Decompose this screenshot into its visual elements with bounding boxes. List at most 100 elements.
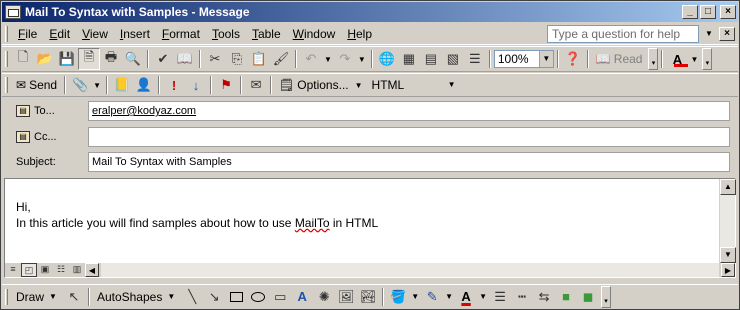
to-field[interactable]: eralper@kodyaz.com	[88, 101, 730, 121]
menu-table[interactable]: Table	[246, 25, 287, 43]
spelling-icon[interactable]: ✔	[152, 48, 174, 70]
paste-icon[interactable]: 📋	[248, 48, 270, 70]
cc-field[interactable]	[88, 127, 730, 147]
body-text[interactable]: Hi, In this article you will find sample…	[16, 199, 378, 231]
columns-icon[interactable]: ☰	[464, 48, 486, 70]
doc-close-button[interactable]: ×	[719, 26, 735, 41]
redo-icon[interactable]: ↷	[334, 48, 356, 70]
message-format-select[interactable]: HTML ▼	[368, 76, 459, 94]
subject-field[interactable]: Mail To Syntax with Samples	[88, 152, 730, 172]
undo-icon[interactable]: ↶	[300, 48, 322, 70]
follow-up-flag-icon[interactable]: ⚑	[215, 74, 237, 96]
menu-view[interactable]: View	[76, 25, 114, 43]
reading-layout-view-icon[interactable]: ▥	[69, 263, 85, 277]
copy-icon[interactable]: ⎘	[226, 48, 248, 70]
format-painter-icon[interactable]: 🖌	[270, 48, 292, 70]
check-names-icon[interactable]: 👤	[133, 74, 155, 96]
help-icon[interactable]: ❓	[562, 48, 584, 70]
diagram-icon[interactable]: ✺	[313, 286, 335, 308]
scroll-down-icon[interactable]: ▼	[720, 247, 736, 263]
importance-low-icon[interactable]: ↓	[185, 74, 207, 96]
read-button[interactable]: 📖 Read	[592, 49, 647, 69]
print-icon[interactable]: 🖶	[100, 48, 122, 70]
menubar-grip[interactable]	[5, 25, 8, 42]
maximize-button[interactable]: □	[700, 5, 716, 19]
minimize-button[interactable]: _	[682, 5, 698, 19]
print-layout-view-icon[interactable]: ▣	[37, 263, 53, 277]
ask-question-dropdown-icon[interactable]: ▼	[703, 29, 715, 38]
clip-art-icon[interactable]: 🖼	[335, 286, 357, 308]
horizontal-scroll-track[interactable]	[101, 263, 719, 277]
menu-help[interactable]: Help	[341, 25, 378, 43]
line-color-dropdown-icon[interactable]: ▼	[445, 292, 453, 301]
close-button[interactable]: ×	[720, 5, 736, 19]
font-color-dropdown-icon[interactable]: ▼	[690, 55, 698, 64]
permission-icon[interactable]: 🗎	[78, 48, 100, 70]
menu-tools[interactable]: Tools	[206, 25, 246, 43]
address-book-icon[interactable]: 📒	[111, 74, 133, 96]
line-style-icon[interactable]: ☰	[489, 286, 511, 308]
rectangle-icon[interactable]	[225, 286, 247, 308]
font-color-dropdown-icon[interactable]: ▼	[479, 292, 487, 301]
toolbar-grip[interactable]	[5, 288, 8, 305]
menu-format[interactable]: Format	[156, 25, 206, 43]
picture-icon[interactable]: 🏞	[357, 286, 379, 308]
arrow-style-icon[interactable]: ⇆	[533, 286, 555, 308]
font-color-icon[interactable]: A	[455, 286, 477, 308]
zoom-select[interactable]: 100% ▼	[493, 50, 554, 68]
cc-button[interactable]: ▤ Cc...	[2, 131, 88, 143]
dash-style-icon[interactable]: ┅	[511, 286, 533, 308]
research-icon[interactable]: 📖	[174, 48, 196, 70]
toolbar-options-icon[interactable]: ▾	[702, 48, 713, 70]
fill-color-icon[interactable]: 🪣	[387, 286, 409, 308]
draw-menu-button[interactable]: Draw ▼	[12, 287, 63, 307]
insert-table-icon[interactable]: ▤	[420, 48, 442, 70]
insert-excel-icon[interactable]: ▧	[442, 48, 464, 70]
options-button[interactable]: 🗒 Options...	[275, 75, 353, 95]
print-preview-icon[interactable]: 🔍	[122, 48, 144, 70]
text-box-icon[interactable]: ▭	[269, 286, 291, 308]
shadow-style-icon[interactable]: ■	[555, 286, 577, 308]
new-icon[interactable]: 🗋	[12, 48, 34, 70]
open-icon[interactable]: 📂	[34, 48, 56, 70]
hyperlink-icon[interactable]: 🌐	[376, 48, 398, 70]
ask-question-input[interactable]: Type a question for help	[547, 24, 699, 43]
send-button[interactable]: ✉ Send	[12, 75, 61, 95]
line-icon[interactable]: ╲	[181, 286, 203, 308]
redo-dropdown-icon[interactable]: ▼	[358, 55, 366, 64]
menu-window[interactable]: Window	[287, 25, 342, 43]
3d-style-icon[interactable]: ◼	[577, 286, 599, 308]
web-layout-view-icon[interactable]: ◰	[21, 263, 37, 277]
message-body[interactable]: Hi, In this article you will find sample…	[4, 178, 736, 278]
chevron-down-icon[interactable]: ▼	[538, 51, 553, 67]
select-objects-icon[interactable]: ↖	[63, 286, 85, 308]
toolbar-options-icon[interactable]: ▾	[601, 285, 612, 308]
tables-borders-icon[interactable]: ▦	[398, 48, 420, 70]
toolbar-options-icon[interactable]: ▾	[648, 48, 659, 70]
toolbar-grip[interactable]	[5, 51, 8, 67]
fill-color-dropdown-icon[interactable]: ▼	[411, 292, 419, 301]
to-button[interactable]: ▤ To...	[2, 105, 88, 117]
font-color-icon[interactable]: A	[666, 48, 688, 70]
scroll-left-icon[interactable]: ◀	[85, 263, 99, 277]
line-color-icon[interactable]: ✎	[421, 286, 443, 308]
normal-view-icon[interactable]: ≡	[5, 263, 21, 277]
menu-file[interactable]: File	[12, 25, 43, 43]
menu-edit[interactable]: Edit	[43, 25, 76, 43]
chevron-down-icon[interactable]: ▼	[444, 77, 459, 93]
vertical-scrollbar[interactable]: ▲ ▼	[719, 179, 736, 263]
importance-high-icon[interactable]: !	[163, 74, 185, 96]
attach-icon[interactable]: 📎	[69, 74, 91, 96]
message-icon[interactable]	[5, 5, 21, 19]
envelope-open-icon[interactable]: ✉	[245, 74, 267, 96]
attach-dropdown-icon[interactable]: ▼	[93, 81, 101, 90]
options-dropdown-icon[interactable]: ▼	[355, 81, 363, 90]
arrow-icon[interactable]: ↘	[203, 286, 225, 308]
save-icon[interactable]: 💾	[56, 48, 78, 70]
scroll-right-icon[interactable]: ▶	[721, 263, 735, 277]
title-bar[interactable]: Mail To Syntax with Samples - Message _ …	[2, 2, 738, 22]
toolbar-grip[interactable]	[5, 77, 8, 93]
autoshapes-menu-button[interactable]: AutoShapes ▼	[93, 287, 181, 307]
scroll-up-icon[interactable]: ▲	[720, 179, 736, 195]
cut-icon[interactable]: ✂	[204, 48, 226, 70]
